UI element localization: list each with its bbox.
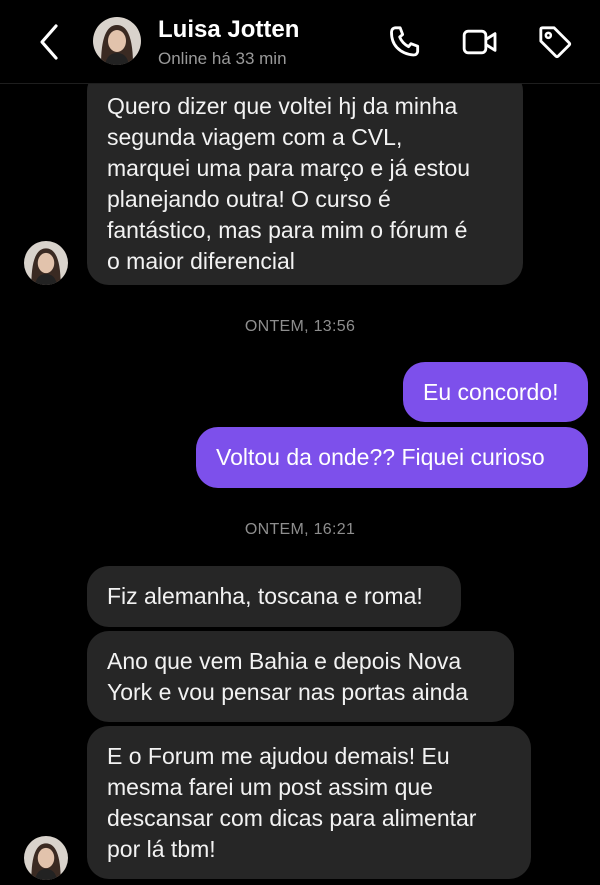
message-line: Eu concordo! [423,378,559,405]
contact-name[interactable]: Luisa Jotten [158,16,299,44]
contact-status: Online há 33 min [158,49,287,68]
outgoing-message[interactable]: Eu concordo! [403,362,588,422]
message-line: por lá tbm! [107,835,216,862]
incoming-message[interactable]: Ano que vem Bahia e depois Nova York e v… [87,631,514,722]
video-camera-icon[interactable] [460,22,500,62]
message-line: fantástico, mas para mim o fórum é [107,217,468,243]
message-line: descansar com dicas para alimentar [107,804,477,831]
tag-icon[interactable] [535,22,575,62]
contact-avatar[interactable] [93,17,141,65]
outgoing-message[interactable]: Voltou da onde?? Fiquei curioso [196,427,588,488]
incoming-message[interactable]: Fiz alemanha, toscana e roma! [87,566,461,627]
message-line: Fiz alemanha, toscana e roma! [107,583,423,609]
timestamp: ONTEM, 13:56 [244,318,356,335]
message-line: mesma farei um post assim que [107,773,433,800]
phone-icon[interactable] [386,22,426,62]
message-line: o maior diferencial [107,248,295,274]
back-chevron-icon[interactable] [34,22,66,62]
message-line: planejando outra! O curso é [107,186,391,212]
contact-avatar[interactable] [24,241,68,285]
chat-header: Luisa Jotten Online há 33 min [0,0,600,84]
message-line: Voltou da onde?? Fiquei curioso [216,444,545,470]
message-line: York e vou pensar nas portas ainda [107,678,469,705]
incoming-message[interactable]: E o Forum me ajudou demais! Eu mesma far… [87,726,531,879]
message-line: segunda viagem com a CVL, [107,124,403,150]
timestamp: ONTEM, 16:21 [244,521,356,538]
incoming-message[interactable]: Quero dizer que voltei hj da minha segun… [87,69,523,285]
message-line: Quero dizer que voltei hj da minha [107,93,458,119]
contact-avatar[interactable] [24,836,68,880]
message-line: marquei uma para março e já estou [107,155,471,181]
message-line: E o Forum me ajudou demais! Eu [107,742,450,769]
message-line: Ano que vem Bahia e depois Nova [107,647,462,674]
